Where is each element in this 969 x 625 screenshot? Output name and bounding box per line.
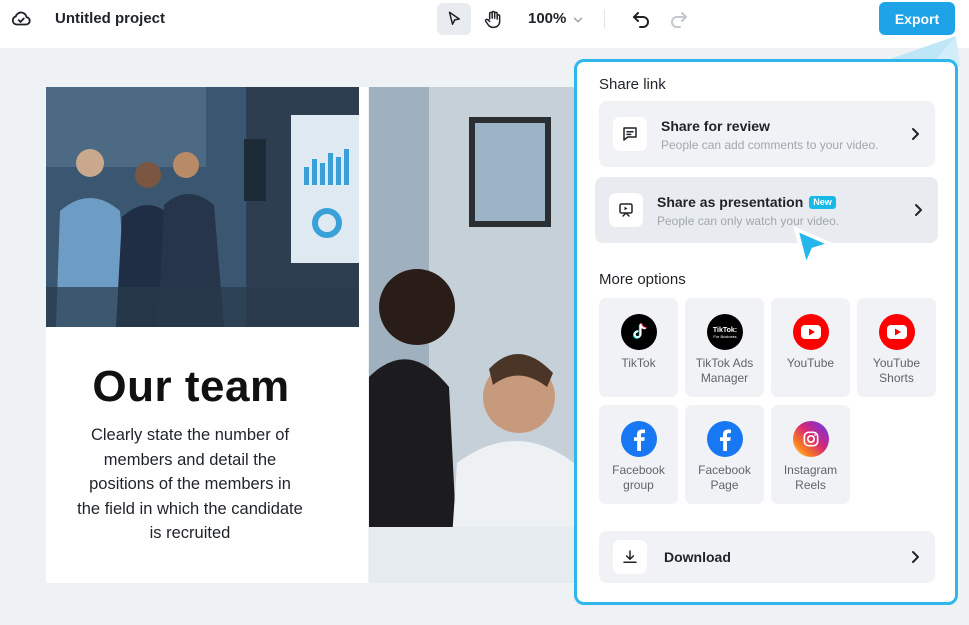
slide-title[interactable]: Our team	[46, 362, 336, 412]
option-tiktok[interactable]: TikTok	[599, 298, 678, 397]
undo-icon[interactable]	[629, 6, 653, 30]
share-as-presentation-label: Share as presentation	[657, 194, 804, 210]
team-meeting-photo	[46, 87, 359, 327]
facebook-icon	[620, 421, 657, 457]
share-as-presentation-title: Share as presentation New	[657, 194, 836, 210]
zoom-level[interactable]: 100%	[528, 10, 566, 27]
chevron-right-icon	[912, 551, 919, 563]
option-label: TikTok	[621, 356, 656, 370]
more-options-heading: More options	[599, 271, 686, 288]
youtube-icon	[792, 314, 829, 350]
option-tiktok-ads-manager[interactable]: TikTok: For Business TikTok Ads Manager	[685, 298, 764, 397]
option-facebook-page[interactable]: Facebook Page	[685, 405, 764, 504]
hand-tool-button[interactable]	[476, 3, 510, 35]
option-label: TikTok Ads Manager	[695, 356, 754, 385]
option-instagram-reels[interactable]: Instagram Reels	[771, 405, 850, 504]
tiktok-business-wordmark: TikTok: For Business	[712, 327, 736, 339]
chevron-right-icon	[915, 204, 922, 216]
office-photo	[369, 87, 589, 583]
redo-icon[interactable]	[667, 6, 691, 30]
chevron-right-icon	[912, 128, 919, 140]
tiktok-business-icon: TikTok: For Business	[706, 314, 743, 350]
download-icon	[613, 540, 647, 574]
hand-icon	[484, 10, 501, 29]
cloud-save-icon[interactable]	[10, 8, 32, 30]
instagram-icon	[792, 421, 829, 457]
option-label: YouTube Shorts	[872, 356, 921, 385]
share-as-presentation-card[interactable]: Share as presentation New People can only…	[595, 177, 938, 243]
option-label: Facebook Page	[698, 463, 751, 492]
tiktok-icon	[620, 314, 657, 350]
option-youtube-shorts[interactable]: YouTube Shorts	[857, 298, 936, 397]
comment-icon	[613, 117, 647, 151]
share-for-review-subtitle: People can add comments to your video.	[661, 138, 879, 152]
slide-card[interactable]: Our team Clearly state the number of mem…	[46, 87, 368, 583]
chevron-down-icon[interactable]	[571, 13, 585, 27]
download-button[interactable]: Download	[599, 531, 935, 583]
mouse-cursor-icon	[793, 226, 835, 270]
svg-text:TikTok:: TikTok:	[712, 327, 736, 334]
option-youtube[interactable]: YouTube	[771, 298, 850, 397]
youtube-shorts-icon	[878, 314, 915, 350]
option-label: Instagram Reels	[783, 463, 838, 492]
share-for-review-card[interactable]: Share for review People can add comments…	[599, 101, 935, 167]
new-badge: New	[809, 196, 836, 209]
project-title[interactable]: Untitled project	[55, 10, 165, 27]
svg-text:For Business: For Business	[713, 334, 736, 339]
option-label: Facebook group	[612, 463, 665, 492]
option-label: YouTube	[786, 356, 835, 370]
presentation-icon	[609, 193, 643, 227]
share-for-review-title: Share for review	[661, 118, 770, 134]
facebook-icon	[706, 421, 743, 457]
option-facebook-group[interactable]: Facebook group	[599, 405, 678, 504]
download-label: Download	[664, 549, 731, 565]
slide-body-text[interactable]: Clearly state the number of members and …	[76, 423, 304, 546]
pointer-icon	[448, 11, 460, 25]
share-panel: Share link Share for review People can a…	[574, 59, 958, 605]
toolbar-divider	[604, 10, 605, 28]
share-link-heading: Share link	[599, 76, 666, 93]
select-tool-button[interactable]	[437, 3, 471, 35]
export-button[interactable]: Export	[879, 2, 955, 35]
